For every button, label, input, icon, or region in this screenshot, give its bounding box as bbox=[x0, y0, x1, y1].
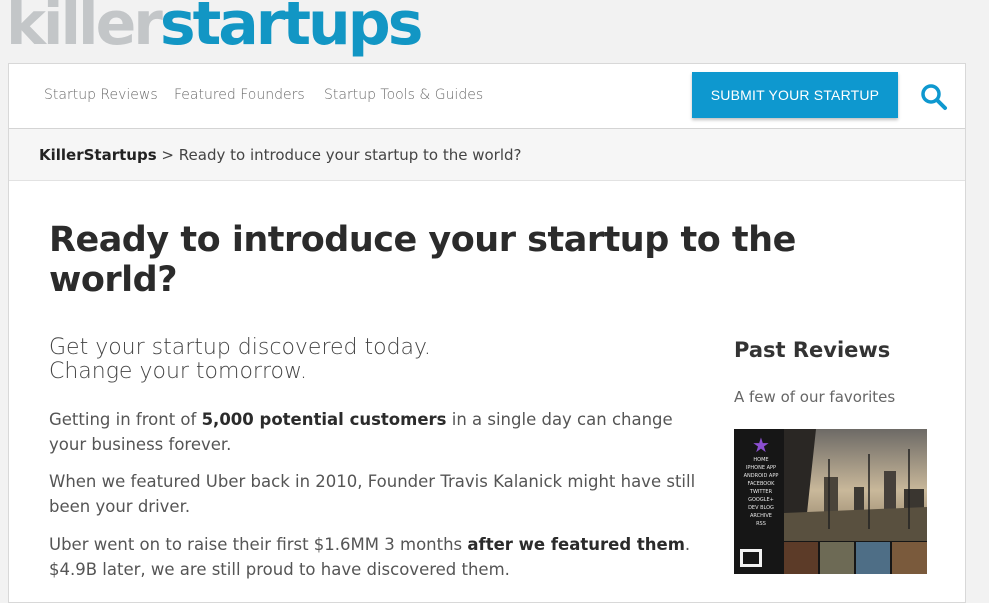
past-reviews-subtitle: A few of our favorites bbox=[734, 388, 896, 406]
breadcrumb-separator: > bbox=[161, 146, 174, 164]
thumb-menu-item: ARCHIVE bbox=[750, 513, 772, 519]
thumb-menu-item: TWITTER bbox=[749, 489, 773, 495]
logo-part-killer: killer bbox=[6, 0, 163, 59]
text-span: Getting in front of bbox=[49, 410, 202, 429]
nav-startup-tools-guides[interactable]: Startup Tools & Guides bbox=[324, 87, 483, 103]
lead-text: Get your startup discovered today. Chang… bbox=[49, 336, 431, 384]
thumb-menu-item: IPHONE APP bbox=[745, 465, 777, 471]
thumb-menu-item: DEV BLOG bbox=[748, 505, 774, 511]
star-icon: ★ bbox=[752, 433, 770, 457]
thumb-menu-item: HOME bbox=[753, 457, 769, 463]
thumb-menu-item: RSS bbox=[756, 521, 766, 527]
paragraph-uber: When we featured Uber back in 2010, Foun… bbox=[49, 472, 696, 516]
thumb-menu-item: ANDROID APP bbox=[743, 473, 779, 479]
thumbnail-menu: ★ HOME IPHONE APP ANDROID APP FACEBOOK T… bbox=[736, 434, 786, 528]
nav-featured-founders[interactable]: Featured Founders bbox=[174, 87, 305, 103]
breadcrumb-home-link[interactable]: KillerStartups bbox=[39, 146, 157, 164]
breadcrumb-current: Ready to introduce your startup to the w… bbox=[178, 146, 522, 164]
lead-line-2: Change your tomorrow. bbox=[49, 359, 307, 384]
past-reviews-title: Past Reviews bbox=[734, 338, 891, 362]
thumb-menu-item: GOOGLE+ bbox=[748, 497, 774, 503]
nav-startup-reviews[interactable]: Startup Reviews bbox=[44, 87, 158, 103]
search-icon[interactable] bbox=[919, 82, 949, 112]
paragraph-customers: Getting in front of 5,000 potential cust… bbox=[49, 407, 699, 457]
text-span: Uber went on to raise their first $1.6MM… bbox=[49, 535, 468, 554]
lead-line-1: Get your startup discovered today. bbox=[49, 335, 431, 360]
site-logo[interactable]: killerstartups bbox=[6, 0, 423, 54]
logo-part-startups: startups bbox=[159, 0, 424, 59]
thumb-menu-item: FACEBOOK bbox=[747, 481, 775, 487]
past-review-thumbnail[interactable]: ★ HOME IPHONE APP ANDROID APP FACEBOOK T… bbox=[734, 429, 927, 574]
page-title: Ready to introduce your startup to the w… bbox=[49, 220, 796, 300]
submit-startup-button[interactable]: SUBMIT YOUR STARTUP bbox=[692, 72, 898, 118]
main-nav: Startup Reviews Featured Founders Startu… bbox=[9, 64, 965, 129]
paragraph-uber-raise: Uber went on to raise their first $1.6MM… bbox=[49, 532, 699, 582]
breadcrumb: KillerStartups > Ready to introduce your… bbox=[9, 129, 965, 181]
content-card: Startup Reviews Featured Founders Startu… bbox=[8, 63, 966, 603]
emphasis-customers: 5,000 potential customers bbox=[201, 410, 447, 429]
emphasis-featured: after we featured them bbox=[467, 535, 685, 554]
